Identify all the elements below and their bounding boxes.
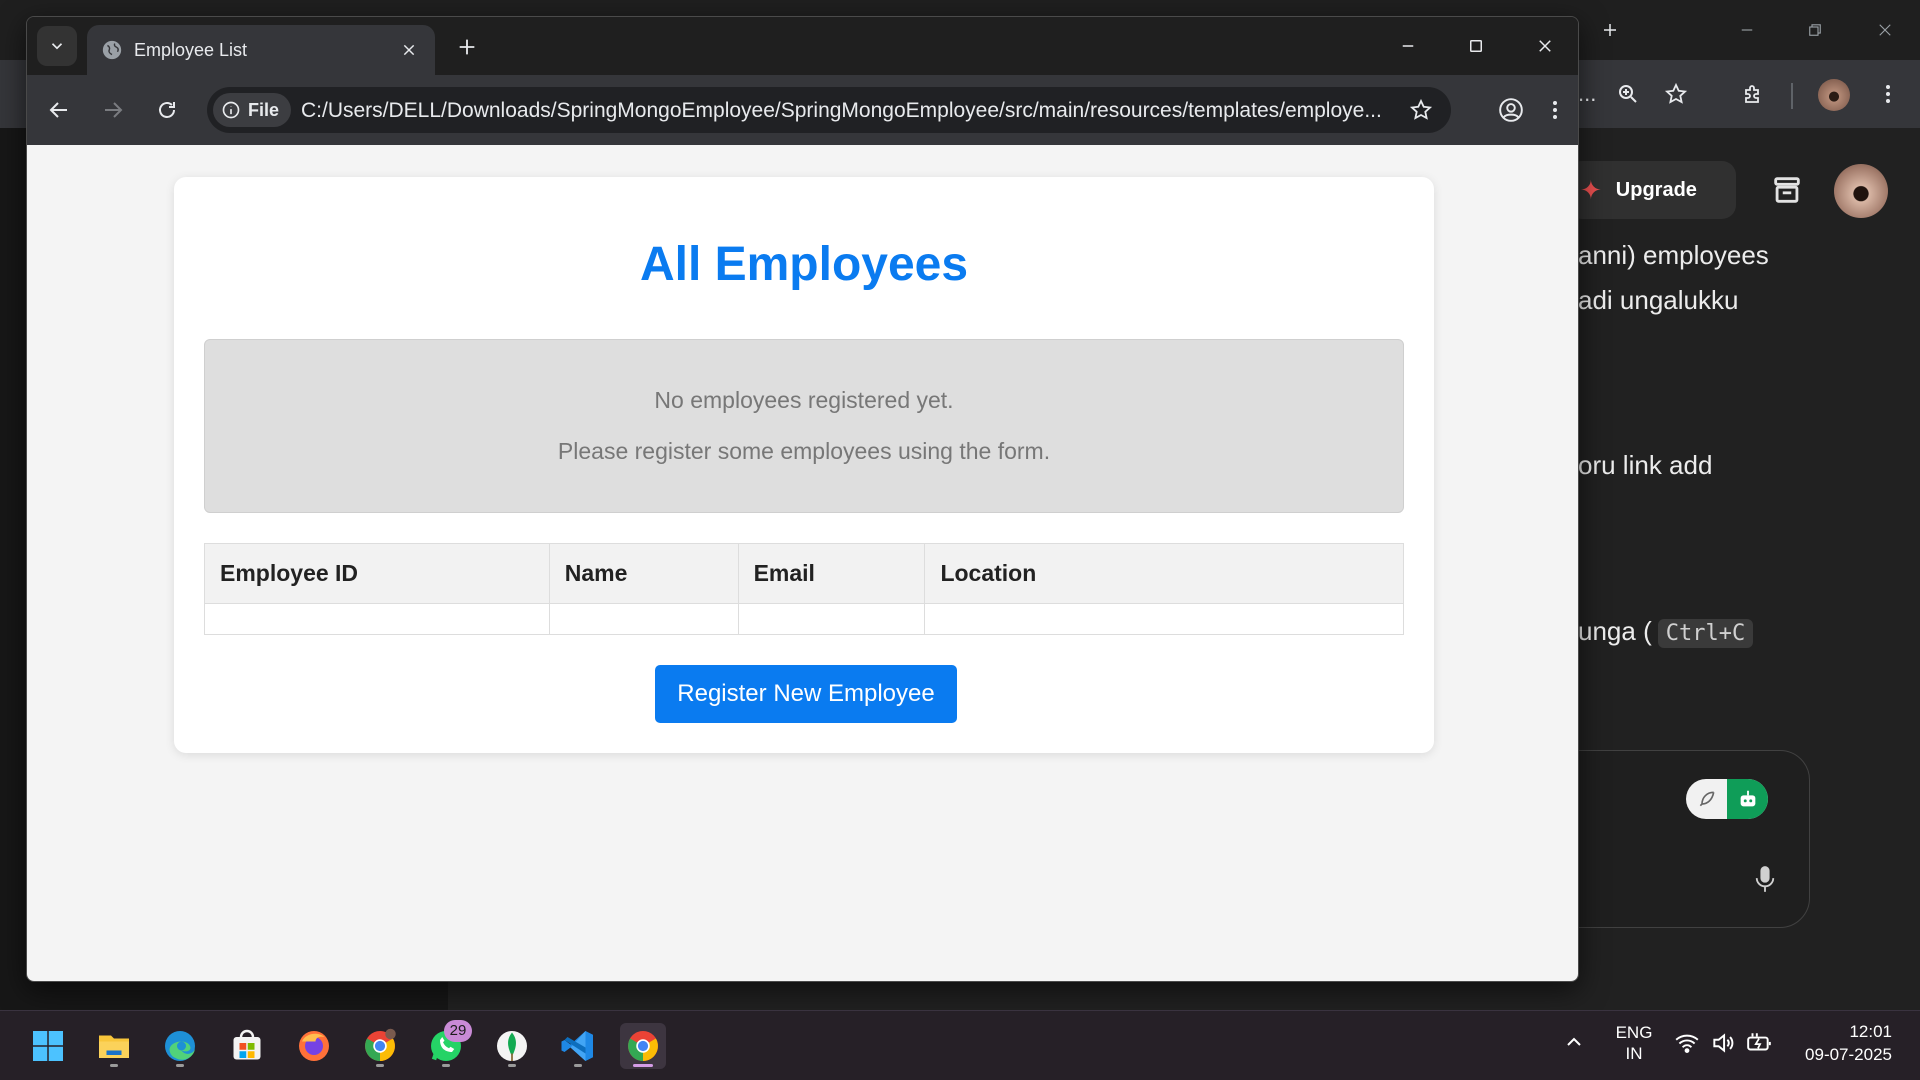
running-indicator: [376, 1064, 384, 1067]
menu-icon[interactable]: [1537, 92, 1573, 128]
profile-icon[interactable]: [1493, 92, 1529, 128]
globe-icon: [101, 39, 123, 61]
table-cell: [204, 603, 550, 635]
windows-start-icon[interactable]: [25, 1023, 71, 1069]
forward-arrow-icon[interactable]: [93, 90, 133, 130]
info-icon: [222, 101, 240, 119]
background-new-tab-icon[interactable]: [1585, 12, 1635, 48]
minimize-icon[interactable]: [1380, 27, 1436, 65]
speaker-icon[interactable]: [1710, 1030, 1736, 1056]
column-header-location: Location: [924, 543, 1404, 604]
archive-icon[interactable]: [1770, 172, 1804, 208]
background-menu-icon[interactable]: [1870, 76, 1906, 112]
tab-strip: Employee List: [27, 17, 1578, 75]
bot-icon[interactable]: [1727, 779, 1768, 819]
chat-text-line: anni) employees: [1578, 240, 1769, 270]
notification-badge: 29: [444, 1020, 472, 1042]
upgrade-button[interactable]: ✦ Upgrade: [1568, 161, 1736, 219]
background-profile-avatar[interactable]: [1818, 79, 1850, 111]
feather-icon[interactable]: [1686, 779, 1727, 819]
chat-text-fragment: unga (: [1578, 616, 1652, 646]
tab-close-icon[interactable]: [397, 38, 421, 62]
system-clock[interactable]: 12:01 09-07-2025: [1792, 1020, 1892, 1066]
tab-title: Employee List: [134, 40, 248, 60]
new-tab-icon[interactable]: [451, 31, 483, 63]
maximize-icon[interactable]: [1448, 27, 1504, 65]
running-indicator: [442, 1064, 450, 1067]
reload-icon[interactable]: [147, 90, 187, 130]
background-restore-icon[interactable]: [1790, 12, 1840, 48]
address-bar[interactable]: File C:/Users/DELL/Downloads/SpringMongo…: [207, 87, 1451, 133]
running-indicator: [110, 1064, 118, 1067]
column-header-email: Email: [737, 543, 926, 604]
web-page: All Employees No employees registered ye…: [27, 145, 1578, 981]
clock-date: 09-07-2025: [1805, 1045, 1892, 1064]
bookmark-star-icon[interactable]: [1409, 98, 1433, 122]
vscode-icon[interactable]: [555, 1023, 601, 1069]
composer-extension-badges[interactable]: [1686, 779, 1768, 819]
toolbar-divider: [1791, 83, 1793, 109]
page-title: All Employees: [639, 238, 969, 291]
language-code: ENG: [1615, 1023, 1653, 1042]
running-indicator: [574, 1064, 582, 1067]
upgrade-label: Upgrade: [1615, 178, 1697, 201]
extensions-icon[interactable]: [1735, 76, 1771, 112]
language-indicator[interactable]: ENG IN: [1608, 1022, 1660, 1064]
chrome-profile-icon[interactable]: [357, 1023, 403, 1069]
close-icon[interactable]: [1517, 27, 1573, 65]
background-close-icon[interactable]: [1860, 12, 1910, 48]
table-row: [204, 603, 1404, 635]
wifi-icon[interactable]: [1674, 1030, 1700, 1056]
browser-toolbar: File C:/Users/DELL/Downloads/SpringMongo…: [27, 75, 1578, 145]
background-bookmark-star-icon[interactable]: [1658, 76, 1694, 112]
zoom-icon[interactable]: [1610, 76, 1646, 112]
chat-composer[interactable]: [1540, 750, 1810, 928]
clock-time: 12:01: [1849, 1022, 1892, 1041]
edge-browser-icon[interactable]: [157, 1023, 203, 1069]
column-header-name: Name: [548, 543, 739, 604]
employee-card: All Employees No employees registered ye…: [174, 177, 1434, 753]
employee-table: Employee ID Name Email Location: [204, 543, 1404, 635]
battery-charging-icon[interactable]: [1746, 1030, 1772, 1056]
background-url-tail: ...: [1578, 81, 1597, 106]
tab-search-button[interactable]: [37, 26, 77, 66]
running-indicator: [508, 1064, 516, 1067]
table-cell: [548, 603, 739, 635]
column-header-employee-id: Employee ID: [204, 543, 550, 604]
region-code: IN: [1625, 1044, 1643, 1063]
browser-window: Employee List File C:/Users/DELL/Downloa…: [26, 16, 1579, 982]
empty-state-message: No employees registered yet. Please regi…: [204, 339, 1404, 513]
tab-employee-list[interactable]: Employee List: [87, 25, 435, 75]
table-cell: [924, 603, 1404, 635]
chevron-up-icon[interactable]: [1562, 1030, 1586, 1054]
register-new-employee-button[interactable]: Register New Employee: [655, 665, 957, 723]
chat-text-line: oru link add: [1578, 450, 1713, 480]
url-text[interactable]: C:/Users/DELL/Downloads/SpringMongoEmplo…: [301, 99, 1387, 123]
microsoft-store-icon[interactable]: [224, 1023, 270, 1069]
mongodb-compass-icon[interactable]: [489, 1023, 535, 1069]
running-indicator: [633, 1064, 653, 1067]
chat-text-line: unga (Ctrl+C: [1578, 616, 1754, 648]
chat-user-avatar[interactable]: [1834, 164, 1888, 218]
running-indicator: [176, 1064, 184, 1067]
background-minimize-icon[interactable]: [1722, 12, 1772, 48]
chrome-icon[interactable]: [620, 1023, 666, 1069]
microphone-icon[interactable]: [1754, 864, 1776, 894]
sparkle-icon: ✦: [1580, 174, 1602, 205]
back-arrow-icon[interactable]: [39, 90, 79, 130]
keyboard-shortcut: Ctrl+C: [1657, 619, 1754, 648]
firefox-icon[interactable]: [291, 1023, 337, 1069]
table-cell: [737, 603, 926, 635]
chat-text-line: adi ungalukku: [1578, 285, 1739, 315]
empty-state-text: No employees registered yet.: [654, 387, 954, 413]
site-chip-label: File: [248, 99, 280, 120]
file-explorer-icon[interactable]: [91, 1023, 137, 1069]
site-info-chip[interactable]: File: [213, 93, 292, 127]
table-header-row: Employee ID Name Email Location: [204, 543, 1404, 604]
empty-state-hint: Please register some employees using the…: [557, 438, 1051, 464]
